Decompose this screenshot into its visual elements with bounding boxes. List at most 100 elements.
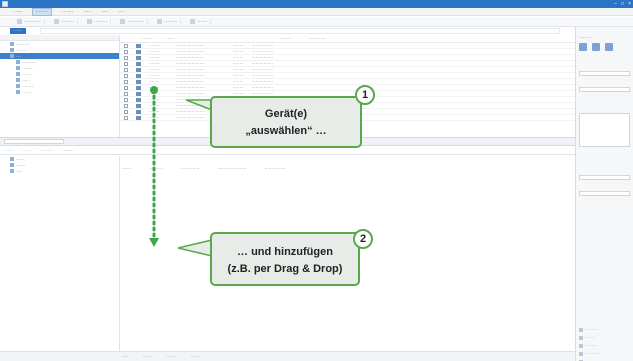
device-icon (136, 109, 141, 114)
tree-item[interactable]: ····· (0, 168, 119, 174)
maximize-icon[interactable]: □ (621, 1, 624, 7)
row-checkbox[interactable] (124, 55, 128, 60)
panel-action[interactable]: ·········· (579, 327, 600, 332)
device-icon (16, 60, 20, 64)
step-1-badge: 1 (355, 85, 375, 105)
toolbar-button[interactable]: ········ (84, 18, 112, 25)
row-checkbox[interactable] (124, 85, 128, 90)
column-header[interactable]: ············· (308, 36, 325, 41)
row-checkbox[interactable] (124, 73, 128, 78)
row-checkbox[interactable] (124, 103, 128, 108)
app-icon (2, 1, 8, 7)
toolbar-button[interactable]: ·········· (14, 18, 45, 25)
property-field[interactable] (579, 71, 630, 76)
row-checkbox[interactable] (124, 67, 128, 72)
pagination-control[interactable] (4, 139, 64, 144)
column-header[interactable]: ······· (142, 36, 151, 41)
device-name-cell: ········ (149, 91, 160, 96)
column-header[interactable]: ······················ (217, 166, 246, 171)
toolbar-icon (86, 19, 92, 24)
device-icon (16, 90, 20, 94)
device-status-cell: ········ (232, 55, 244, 60)
device-icon (136, 91, 141, 96)
device-name-cell: ········ (149, 85, 160, 90)
row-checkbox[interactable] (124, 115, 128, 120)
assignment-columns: ······· ·········· ·············· ······… (122, 166, 286, 171)
device-name-cell: ········ (149, 49, 160, 54)
properties-icon[interactable] (579, 43, 587, 51)
menu-item[interactable]: ······· (62, 9, 74, 15)
row-checkbox[interactable] (124, 91, 128, 96)
device-name-cell: ········ (149, 43, 160, 48)
menu-item[interactable]: ···· (102, 9, 109, 15)
column-header[interactable]: ····· (167, 36, 174, 41)
status-tab[interactable]: ········ (166, 354, 177, 359)
device-info-cell: ················ (251, 85, 273, 90)
callout-2-line-2: (z.B. per Drag & Drop) (227, 263, 343, 275)
folder-icon (10, 157, 14, 161)
column-header[interactable]: ······· (122, 166, 131, 171)
device-status-cell: ········ (232, 49, 244, 54)
assignment-tree: ······ ······· ····· (0, 156, 120, 351)
callout-step-2: … und hinzufügen (z.B. per Drag & Drop) (210, 232, 360, 286)
device-status-cell: ········ (232, 73, 244, 78)
property-field[interactable] (579, 175, 630, 180)
toolbar-button[interactable]: ······ (23, 148, 31, 153)
column-header[interactable]: ·············· (181, 166, 200, 171)
row-checkbox[interactable] (124, 109, 128, 114)
minimize-icon[interactable]: – (614, 1, 617, 7)
folder-icon (10, 169, 14, 173)
toolbar: ·········· ········ ········ ·········· … (0, 17, 633, 27)
menu-item-active[interactable]: ········ (32, 7, 52, 16)
row-checkbox[interactable] (124, 49, 128, 54)
column-header[interactable]: ········· (280, 36, 292, 41)
property-field[interactable] (579, 87, 630, 92)
menu-item[interactable]: ····· (14, 9, 22, 15)
device-info-cell: ················ (251, 73, 273, 78)
device-desc-cell: ······················ (175, 49, 205, 54)
device-icon (136, 85, 141, 90)
tree-item[interactable]: ······· (0, 89, 119, 95)
status-tab[interactable]: ····· (122, 354, 129, 359)
search-input[interactable] (40, 28, 560, 34)
toolbar-icon (120, 19, 126, 24)
close-icon[interactable]: × (628, 1, 631, 7)
panel-action[interactable]: ··········· (579, 351, 600, 356)
status-tab[interactable]: ······· (191, 354, 200, 359)
device-info-cell: ················ (251, 43, 273, 48)
panel-action[interactable]: ········ (579, 335, 600, 340)
active-tab[interactable]: ····· (10, 28, 27, 34)
device-icon (136, 67, 141, 72)
toolbar-button[interactable]: ········ (51, 18, 78, 25)
menu-item[interactable]: ···· (118, 9, 125, 15)
device-icon (136, 103, 141, 108)
menu-item[interactable]: ····· (83, 9, 91, 15)
info-icon[interactable] (605, 43, 613, 51)
toolbar-button[interactable]: ········ (154, 18, 182, 25)
toolbar-button[interactable]: ········· (41, 148, 53, 153)
status-tab[interactable]: ······· (143, 354, 152, 359)
panel-action[interactable]: ········· (579, 343, 600, 348)
row-checkbox[interactable] (124, 43, 128, 48)
column-header[interactable]: ················ (265, 166, 286, 171)
property-field[interactable] (579, 191, 630, 196)
device-desc-cell: ······················ (175, 109, 205, 114)
device-desc-cell: ······················ (175, 43, 205, 48)
row-checkbox[interactable] (124, 79, 128, 84)
device-desc-cell: ······················ (175, 79, 205, 84)
toolbar-button[interactable]: ······ (187, 18, 212, 25)
toolbar-button[interactable]: ····· (6, 148, 13, 153)
toolbar-button[interactable]: ········ (63, 148, 74, 153)
folder-icon (10, 48, 14, 52)
column-header[interactable]: ·········· (149, 166, 162, 171)
device-name-cell: ········ (149, 97, 160, 102)
device-status-cell: ········ (232, 79, 244, 84)
device-desc-cell: ······················ (175, 103, 205, 108)
row-checkbox[interactable] (124, 61, 128, 66)
settings-icon[interactable] (592, 43, 600, 51)
device-icon (136, 49, 141, 54)
device-icon (136, 97, 141, 102)
toolbar-button[interactable]: ·········· (117, 18, 148, 25)
row-checkbox[interactable] (124, 97, 128, 102)
property-text-area[interactable] (579, 113, 630, 147)
